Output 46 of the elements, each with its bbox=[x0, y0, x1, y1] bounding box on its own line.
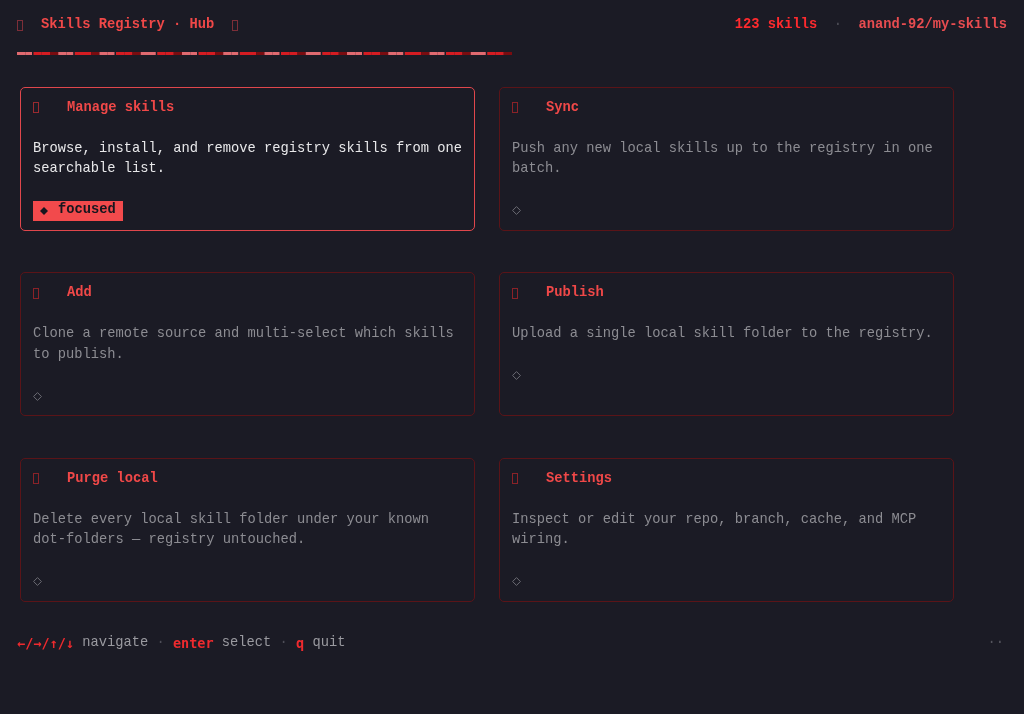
card-title: Settings bbox=[546, 469, 612, 488]
card-title: Add bbox=[67, 284, 92, 303]
separator-dot: · bbox=[156, 633, 165, 652]
separator-dot: · bbox=[279, 633, 288, 652]
card-description: Inspect or edit your repo, branch, cache, and MCP wiring. bbox=[512, 510, 918, 550]
box-glyph-icon bbox=[512, 473, 518, 485]
box-glyph-icon bbox=[512, 287, 518, 299]
hint-label: quit bbox=[312, 633, 346, 652]
card-description: Upload a single local skill folder to the registry. bbox=[512, 325, 934, 344]
focus-label: focused bbox=[58, 201, 116, 220]
menu-card[interactable]: Sync Push any new local skills up to the registry in one batch. bbox=[499, 86, 954, 231]
diamond-icon bbox=[40, 206, 48, 215]
key-hint: enter bbox=[172, 633, 214, 653]
menu-card[interactable]: Settings Inspect or edit your repo, branch, cache, and MCP wiring. bbox=[499, 457, 954, 602]
card-description: Browse, install, and remove registry skills from one searchable list. bbox=[33, 139, 464, 179]
box-glyph-icon bbox=[33, 102, 39, 114]
diamond-outline-icon bbox=[512, 206, 521, 216]
card-title: Sync bbox=[546, 98, 579, 117]
hint-label: navigate bbox=[82, 633, 149, 652]
menu-card[interactable]: Publish Upload a single local skill folder to the registry. bbox=[499, 272, 954, 417]
card-description: Push any new local skills up to the registry in one batch. bbox=[512, 139, 934, 179]
repo-name: anand-92/my-skills bbox=[858, 16, 1007, 34]
card-title: Purge local bbox=[67, 469, 158, 488]
key-hint: ←/→/↑/↓ bbox=[17, 633, 74, 653]
diamond-outline-icon bbox=[33, 577, 42, 587]
diamond-outline-icon bbox=[33, 391, 42, 401]
card-description: Clone a remote source and multi-select which skills to publish. bbox=[33, 325, 455, 364]
box-glyph-icon bbox=[33, 473, 39, 485]
menu-card[interactable]: Manage skills Browse, install, and remove registry skills from one searchable list. focused bbox=[20, 86, 475, 231]
menu-card[interactable]: Purge local Delete every local skill folder under your known dot-folders — registry untouched. bbox=[20, 457, 475, 602]
key-hint: q bbox=[296, 633, 305, 653]
hint-label: select bbox=[221, 633, 272, 652]
box-glyph-icon bbox=[33, 287, 39, 299]
skill-count: 123 skills bbox=[734, 16, 818, 34]
card-title: Publish bbox=[546, 284, 604, 303]
status-indicator: ·· bbox=[987, 633, 1004, 652]
card-description: Delete every local skill folder under your known dot-folders — registry untouched. bbox=[33, 510, 431, 550]
card-title: Manage skills bbox=[67, 98, 175, 117]
diamond-outline-icon bbox=[512, 371, 521, 381]
separator-dot: · bbox=[833, 16, 842, 34]
box-glyph-icon bbox=[17, 19, 23, 31]
box-glyph-icon bbox=[232, 19, 239, 31]
app-title: Skills Registry · Hub bbox=[41, 16, 215, 34]
box-glyph-icon bbox=[512, 102, 518, 114]
diamond-outline-icon bbox=[512, 577, 521, 587]
menu-card[interactable]: Add Clone a remote source and multi-select which skills to publish. bbox=[20, 272, 475, 417]
